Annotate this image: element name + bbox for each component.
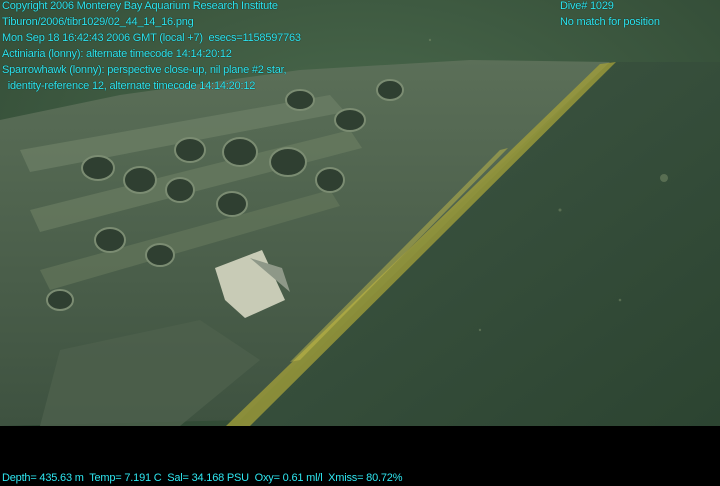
annotation-actiniaria: Actiniaria (lonny): alternate timecode 1… — [2, 48, 232, 60]
dive-number: Dive# 1029 — [560, 0, 614, 12]
annotation-sparrowhawk-line2: identity-reference 12, alternate timecod… — [2, 80, 256, 92]
annotation-sparrowhawk-line1: Sparrowhawk (lonny): perspective close-u… — [2, 64, 287, 76]
filename-text: Tiburon/2006/tibr1029/02_44_14_16.png — [2, 16, 194, 28]
datetime-text: Mon Sep 18 16:42:43 2006 GMT (local +7) … — [2, 32, 301, 44]
telemetry-readout: Depth= 435.63 m Temp= 7.191 C Sal= 34.16… — [2, 472, 403, 484]
copyright-text: Copyright 2006 Monterey Bay Aquarium Res… — [2, 0, 278, 12]
position-status: No match for position — [560, 16, 660, 28]
